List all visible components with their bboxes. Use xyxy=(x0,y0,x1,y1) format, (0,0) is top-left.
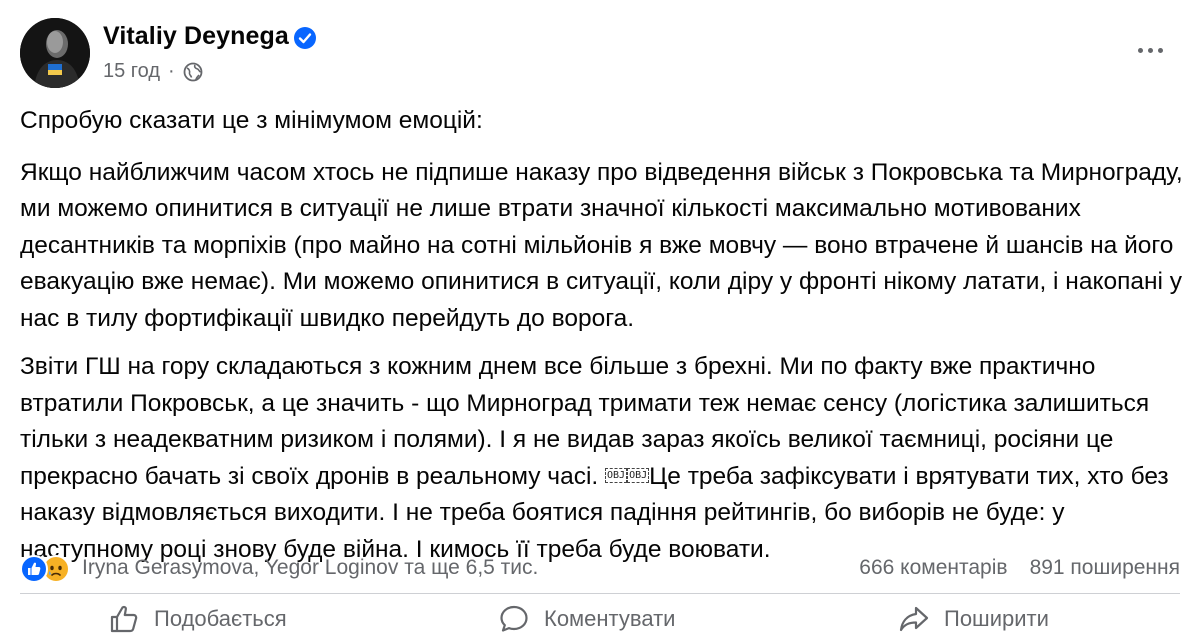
like-button[interactable]: Подобається xyxy=(108,599,287,639)
comments-count[interactable]: 666 коментарів xyxy=(859,556,1007,580)
more-dot-icon xyxy=(1137,47,1143,53)
reactions-summary-row: Iryna Gerasymova, Yegor Loginov та ще 6,… xyxy=(20,551,1180,585)
post-paragraph-3: Звіти ГШ на гору складаються з кожним дн… xyxy=(20,349,1185,568)
verified-badge-icon xyxy=(294,27,316,49)
more-options-button[interactable] xyxy=(1126,30,1174,70)
share-button-label: Поширити xyxy=(944,606,1049,631)
comment-button[interactable]: Коментувати xyxy=(498,599,675,639)
actions-divider xyxy=(20,593,1180,594)
comment-button-label: Коментувати xyxy=(544,606,676,631)
thumbs-up-icon xyxy=(110,605,138,633)
reactors-summary[interactable]: Iryna Gerasymova, Yegor Loginov та ще 6,… xyxy=(82,556,859,580)
post-meta: 15 год · xyxy=(103,60,203,83)
post-body: Спробую сказати це з мінімумом емоцій: Я… xyxy=(20,103,1185,580)
shares-count[interactable]: 891 поширення xyxy=(1030,556,1180,580)
globe-icon xyxy=(183,62,203,81)
share-arrow-icon xyxy=(899,606,929,632)
facebook-post: Vitaliy Deynega 15 год · Спробую сказати… xyxy=(0,0,1200,642)
author-avatar[interactable] xyxy=(20,18,90,88)
share-button[interactable]: Поширити xyxy=(898,599,1049,639)
like-button-label: Подобається xyxy=(154,606,287,631)
engagement-counts: 666 коментарів 891 поширення xyxy=(859,556,1180,580)
reaction-icons[interactable] xyxy=(20,553,74,583)
author-name[interactable]: Vitaliy Deynega xyxy=(103,22,289,51)
more-dot-icon xyxy=(1157,47,1163,53)
post-paragraph: Якщо найближчим часом хтось не підпише н… xyxy=(20,158,1183,332)
like-reaction-icon xyxy=(20,555,48,583)
comment-bubble-icon xyxy=(500,605,528,632)
more-dot-icon xyxy=(1147,47,1153,53)
post-paragraph: Спробую сказати це з мінімумом емоцій: xyxy=(20,107,483,134)
obj-placeholder-icon: OBJ xyxy=(605,467,628,483)
meta-separator: · xyxy=(168,60,175,82)
post-timestamp[interactable]: 15 год xyxy=(103,60,160,83)
obj-placeholder-icon: OBJ xyxy=(627,467,650,483)
